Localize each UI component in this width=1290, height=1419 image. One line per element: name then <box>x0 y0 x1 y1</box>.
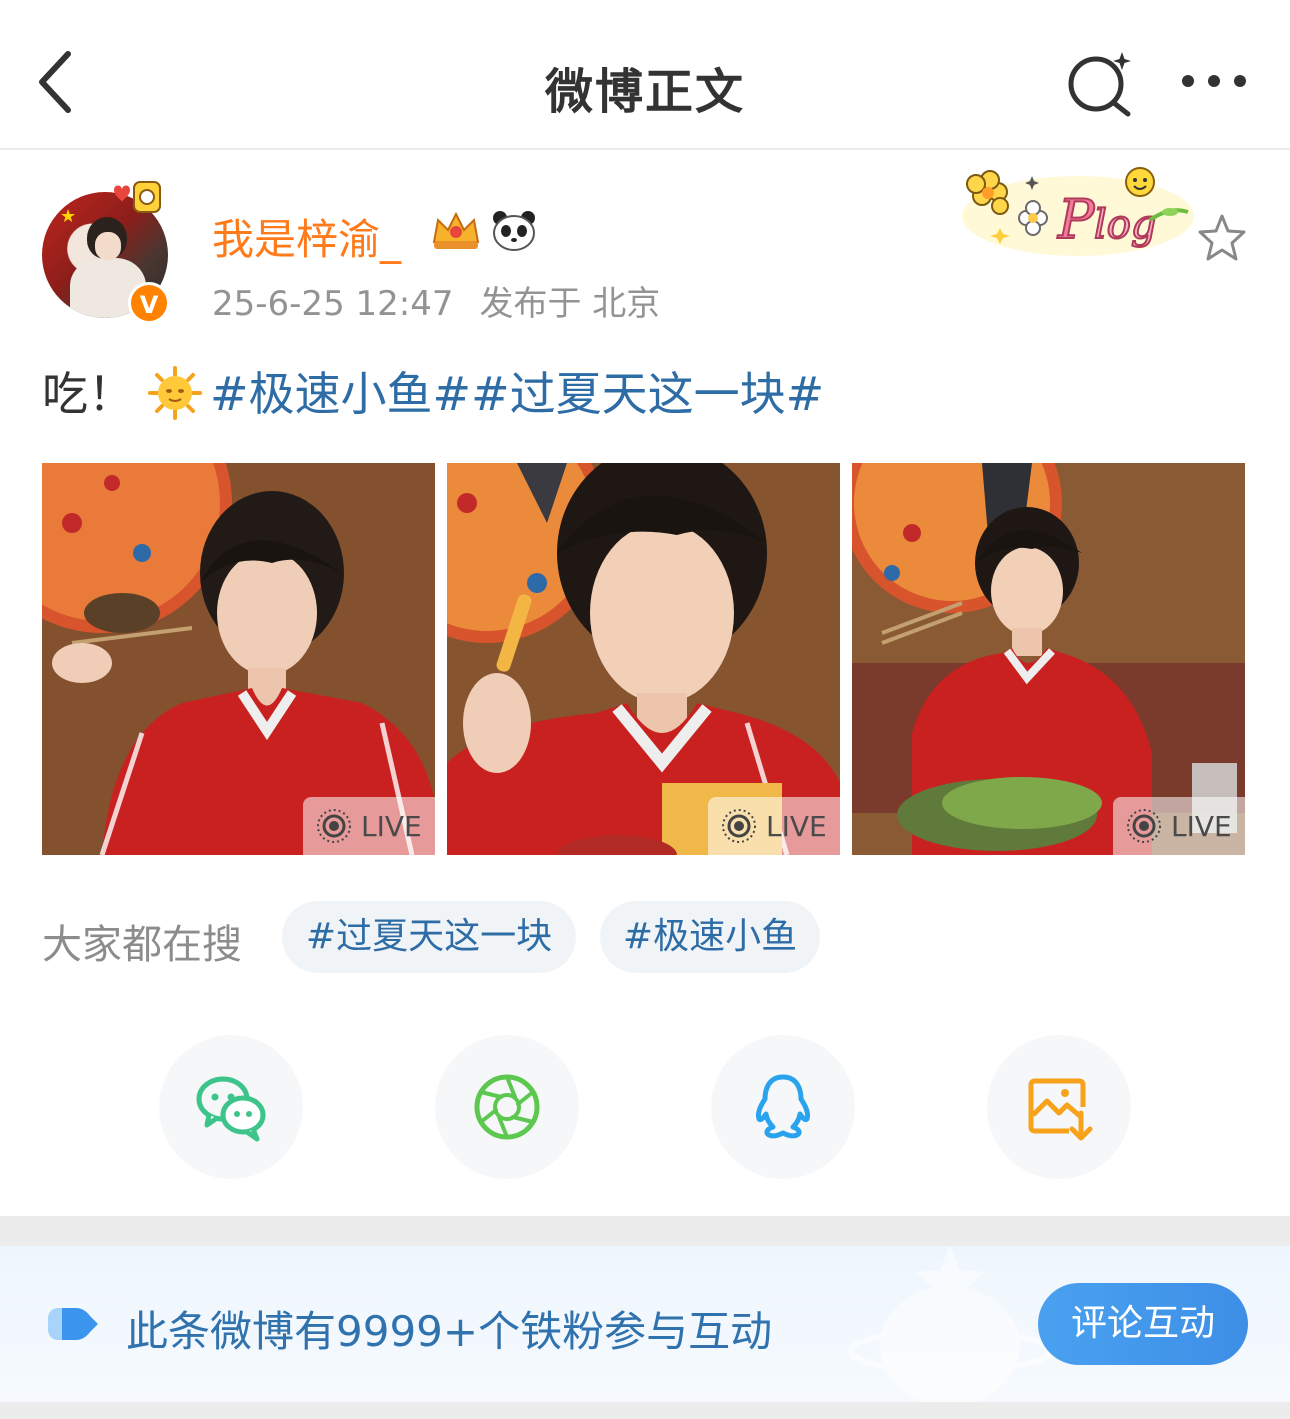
post-image-3[interactable]: LIVE <box>852 463 1245 855</box>
comment-interact-button[interactable]: 评论互动 <box>1038 1283 1248 1365</box>
live-badge: LIVE <box>1113 797 1245 855</box>
live-badge-label: LIVE <box>361 809 422 843</box>
svg-text:P: P <box>1057 188 1096 251</box>
topic-link-2[interactable]: #过夏天这一块# <box>471 367 824 421</box>
topic-link-1[interactable]: #极速小鱼# <box>210 367 471 421</box>
avatar-decoration-icon <box>114 181 161 213</box>
live-photo-icon <box>722 809 756 843</box>
bottom-divider <box>0 1402 1290 1419</box>
ai-search-icon[interactable] <box>1062 48 1136 118</box>
hot-search-tag[interactable]: #过夏天这一块 <box>282 901 576 973</box>
live-badge-label: LIVE <box>1171 809 1232 843</box>
sun-face-emoji-icon <box>148 366 202 420</box>
live-badge: LIVE <box>708 797 840 855</box>
author-name[interactable]: 我是梓渝_ <box>212 206 401 267</box>
fan-interaction-banner: 此条微博有9999+个铁粉参与互动 评论互动 <box>0 1246 1290 1402</box>
section-divider <box>0 1216 1290 1246</box>
panda-badge-icon <box>493 211 535 251</box>
wechat-icon <box>196 1076 266 1142</box>
live-photo-icon <box>1127 809 1161 843</box>
post-image-1[interactable]: LIVE <box>42 463 435 855</box>
favorite-star-icon[interactable] <box>1196 212 1248 264</box>
share-moments-button[interactable] <box>435 1035 579 1179</box>
crown-badge-icon <box>432 211 480 249</box>
more-dots-icon[interactable] <box>1176 56 1252 106</box>
moments-icon <box>474 1074 540 1140</box>
qq-icon <box>756 1074 810 1139</box>
post-text: 吃！ #极速小鱼##过夏天这一块# <box>42 358 824 424</box>
share-qq-button[interactable] <box>711 1035 855 1179</box>
post-date: 25-6-25 12:47 <box>212 284 454 324</box>
hot-search-label: 大家都在搜 <box>42 922 242 968</box>
share-save-image-button[interactable] <box>987 1035 1131 1179</box>
share-wechat-button[interactable] <box>159 1035 303 1179</box>
verified-badge: V <box>128 282 170 324</box>
planet-decoration-icon <box>847 1246 1053 1402</box>
post-location: 发布于 北京 <box>479 284 661 324</box>
hot-search-tag[interactable]: #极速小鱼 <box>600 901 820 973</box>
live-photo-icon <box>317 809 351 843</box>
save-image-icon <box>1028 1078 1093 1141</box>
svg-text:log: log <box>1094 202 1156 248</box>
post-image-2[interactable]: LIVE <box>447 463 840 855</box>
post-text-prefix: 吃！ <box>42 367 134 421</box>
fan-interaction-text: 此条微博有9999+个铁粉参与互动 <box>126 1307 773 1356</box>
post-meta: 25-6-25 12:47 发布于 北京 <box>212 276 660 325</box>
live-badge: LIVE <box>303 797 435 855</box>
plog-decoration-icon: P log <box>962 167 1194 256</box>
live-badge-label: LIVE <box>766 809 827 843</box>
fan-chevrons-icon <box>48 1308 98 1340</box>
top-bar: 微博正文 <box>0 0 1290 150</box>
